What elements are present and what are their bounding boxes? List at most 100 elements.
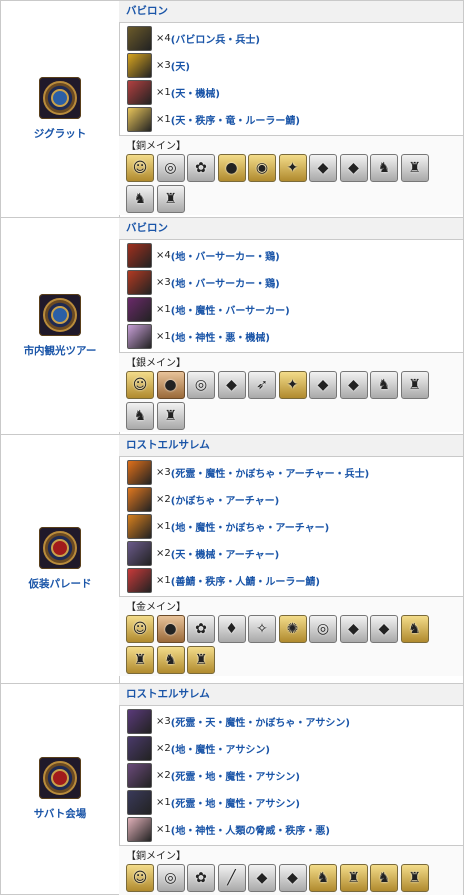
gold-statue-icon[interactable]: ♞ (309, 864, 337, 892)
enemy-traits-link[interactable]: (死霊・魔性・かぼちゃ・アーチャー・兵士) (171, 465, 369, 480)
craft-essence-icon[interactable]: ☺ (126, 371, 154, 399)
orb-icon[interactable]: ◉ (248, 154, 276, 182)
red-gem-icon[interactable]: ◆ (248, 864, 276, 892)
enemy-count: ×1 (156, 521, 171, 532)
enemy-count: ×3 (156, 467, 171, 478)
enemy-row: ×1 (死霊・地・魔性・アサシン) (127, 789, 463, 816)
drop-grid: ☺ ● ◎ ◆ ➶ ✦ ◆ ◆ ♞ ♜ ♞ ♜ (126, 371, 448, 432)
quest-name-link[interactable]: 市内観光ツアー (24, 343, 97, 358)
enemy-row: ×4 (バビロン兵・兵士) (127, 25, 463, 52)
enemy-count: ×4 (156, 250, 171, 261)
enemy-traits-link[interactable]: (死霊・地・魔性・アサシン) (171, 795, 300, 810)
enemy-portrait-icon (127, 763, 152, 788)
enemy-traits-link[interactable]: (死霊・天・魔性・かぼちゃ・アサシン) (171, 714, 350, 729)
red-gem-icon[interactable]: ◆ (309, 371, 337, 399)
rose-icon[interactable]: ✿ (187, 615, 215, 643)
enemy-traits-link[interactable]: (地・魔性・バーサーカー) (171, 302, 290, 317)
purple-gem-icon[interactable]: ◆ (217, 371, 246, 399)
silver-statue-icon[interactable]: ♜ (156, 184, 185, 213)
enemy-portrait-icon (127, 514, 152, 539)
enemy-portrait-icon (127, 80, 152, 105)
enemy-location-header: ロストエルサレム (119, 435, 463, 457)
enemy-traits-link[interactable]: (天) (171, 58, 190, 73)
enemy-list: ×4 (バビロン兵・兵士) ×3 (天) ×1 (天・機械) ×1 (天・秩序・竜・ルーラー鯖… (119, 23, 463, 136)
quest-details: ロストエルサレム ×3 (死霊・天・魔性・かぼちゃ・アサシン) ×2 (地・魔性・アサシ… (119, 684, 463, 895)
enemy-portrait-icon (127, 541, 152, 566)
enemy-traits-link[interactable]: (地・神性・人類の脅威・秩序・悪) (171, 822, 330, 837)
quest-name-link[interactable]: ジグラット (34, 126, 87, 141)
enemy-portrait-icon (127, 568, 152, 593)
quest-emblem-icon (39, 77, 81, 119)
coin-icon[interactable]: ● (156, 615, 185, 643)
gold-statue-icon[interactable]: ♞ (156, 645, 185, 674)
enemy-row: ×3 (天) (127, 52, 463, 79)
star-piece-icon[interactable]: ✦ (278, 154, 307, 182)
enemy-count: ×1 (156, 797, 171, 808)
scale-icon[interactable]: ✺ (278, 615, 307, 643)
horn-icon[interactable]: ➶ (248, 371, 276, 399)
red-gem-icon[interactable]: ◆ (339, 615, 368, 643)
enemy-list: ×3 (死霊・天・魔性・かぼちゃ・アサシン) ×2 (地・魔性・アサシン) ×2 (死霊・… (119, 706, 463, 846)
chain-icon[interactable]: ◎ (187, 371, 215, 399)
enemy-traits-link[interactable]: (善鯖・秩序・人鯖・ルーラー鯖) (171, 573, 320, 588)
star-piece-icon[interactable]: ✦ (278, 371, 307, 399)
fruit-icon[interactable]: ● (217, 154, 246, 182)
enemy-traits-link[interactable]: (バビロン兵・兵士) (171, 31, 260, 46)
gold-statue-icon[interactable]: ♞ (400, 615, 429, 643)
gold-statue-icon[interactable]: ♜ (187, 645, 215, 674)
blue-gem-icon[interactable]: ◆ (278, 864, 307, 892)
enemy-traits-link[interactable]: (地・魔性・かぼちゃ・アーチャー) (171, 519, 329, 534)
white-gem-icon[interactable]: ✧ (248, 615, 276, 643)
coin-icon[interactable]: ● (156, 371, 185, 399)
enemy-count: ×4 (156, 33, 171, 44)
enemy-count: ×2 (156, 743, 171, 754)
rose-icon[interactable]: ✿ (187, 864, 215, 892)
silver-statue-icon[interactable]: ♞ (126, 184, 154, 213)
enemy-traits-link[interactable]: (天・機械) (171, 85, 220, 100)
enemy-traits-link[interactable]: (地・魔性・アサシン) (171, 741, 270, 756)
gold-statue-icon[interactable]: ♜ (339, 864, 368, 892)
enemy-traits-link[interactable]: (地・バーサーカー・鶏) (171, 275, 280, 290)
red-gem-icon[interactable]: ◆ (309, 154, 337, 182)
enemy-traits-link[interactable]: (地・バーサーカー・鶏) (171, 248, 280, 263)
drop-section: 【銅メイン】 ☺ ◎ ✿ ╱ ◆ ◆ ♞ ♜ ♞ ♜ (119, 846, 463, 895)
enemy-traits-link[interactable]: (天・機械・アーチャー) (171, 546, 279, 561)
drop-section: 【銀メイン】 ☺ ● ◎ ◆ ➶ ✦ ◆ ◆ ♞ ♜ ♞ ♜ (119, 353, 463, 432)
gold-statue-icon[interactable]: ♜ (126, 645, 154, 674)
craft-essence-icon[interactable]: ☺ (126, 864, 154, 892)
enemy-traits-link[interactable]: (死霊・地・魔性・アサシン) (171, 768, 300, 783)
blood-drop-icon[interactable]: ♦ (217, 615, 246, 643)
enemy-count: ×1 (156, 114, 171, 125)
stick-icon[interactable]: ╱ (217, 864, 246, 892)
enemy-count: ×2 (156, 548, 171, 559)
enemy-count: ×3 (156, 277, 171, 288)
enemy-traits-link[interactable]: (地・神性・悪・機械) (171, 329, 270, 344)
silver-statue-icon[interactable]: ♞ (126, 401, 154, 430)
quest-name-link[interactable]: 仮装パレード (29, 576, 92, 591)
enemy-list: ×3 (死霊・魔性・かぼちゃ・アーチャー・兵士) ×2 (かぼちゃ・アーチャー) ×1(… (119, 457, 463, 597)
enemy-location-header: バビロン (119, 218, 463, 240)
enemy-count: ×2 (156, 494, 171, 505)
silver-statue-icon[interactable]: ♞ (370, 371, 398, 399)
craft-essence-icon[interactable]: ☺ (126, 615, 154, 643)
rose-icon[interactable]: ✿ (187, 154, 215, 182)
enemy-row: ×1 (地・魔性・バーサーカー) (127, 296, 463, 323)
blue-gem-icon[interactable]: ◆ (339, 371, 368, 399)
craft-essence-icon[interactable]: ☺ (126, 154, 154, 182)
blue-gem-icon[interactable]: ◆ (339, 154, 368, 182)
silver-statue-icon[interactable]: ♜ (400, 154, 429, 182)
quest-details: バビロン ×4 (バビロン兵・兵士) ×3 (天) ×1 (天・機械) ×1 (天・秩序・竜・ル… (119, 1, 463, 217)
blue-gem-icon[interactable]: ◆ (370, 615, 398, 643)
gold-statue-icon[interactable]: ♞ (370, 864, 398, 892)
silver-statue-icon[interactable]: ♜ (156, 401, 185, 430)
silver-statue-icon[interactable]: ♞ (370, 154, 398, 182)
chain-icon[interactable]: ◎ (309, 615, 337, 643)
quest-name-link[interactable]: サバト会場 (34, 806, 86, 821)
chain-icon[interactable]: ◎ (156, 154, 185, 182)
chain-icon[interactable]: ◎ (156, 864, 185, 892)
gold-statue-icon[interactable]: ♜ (400, 864, 429, 892)
enemy-traits-link[interactable]: (かぼちゃ・アーチャー) (171, 492, 279, 507)
silver-statue-icon[interactable]: ♜ (400, 371, 429, 399)
quest-block: 仮装パレード ロストエルサレム ×3 (死霊・魔性・かぼちゃ・アーチャー・兵士) ×2(… (0, 434, 464, 684)
enemy-traits-link[interactable]: (天・秩序・竜・ルーラー鯖) (171, 112, 300, 127)
